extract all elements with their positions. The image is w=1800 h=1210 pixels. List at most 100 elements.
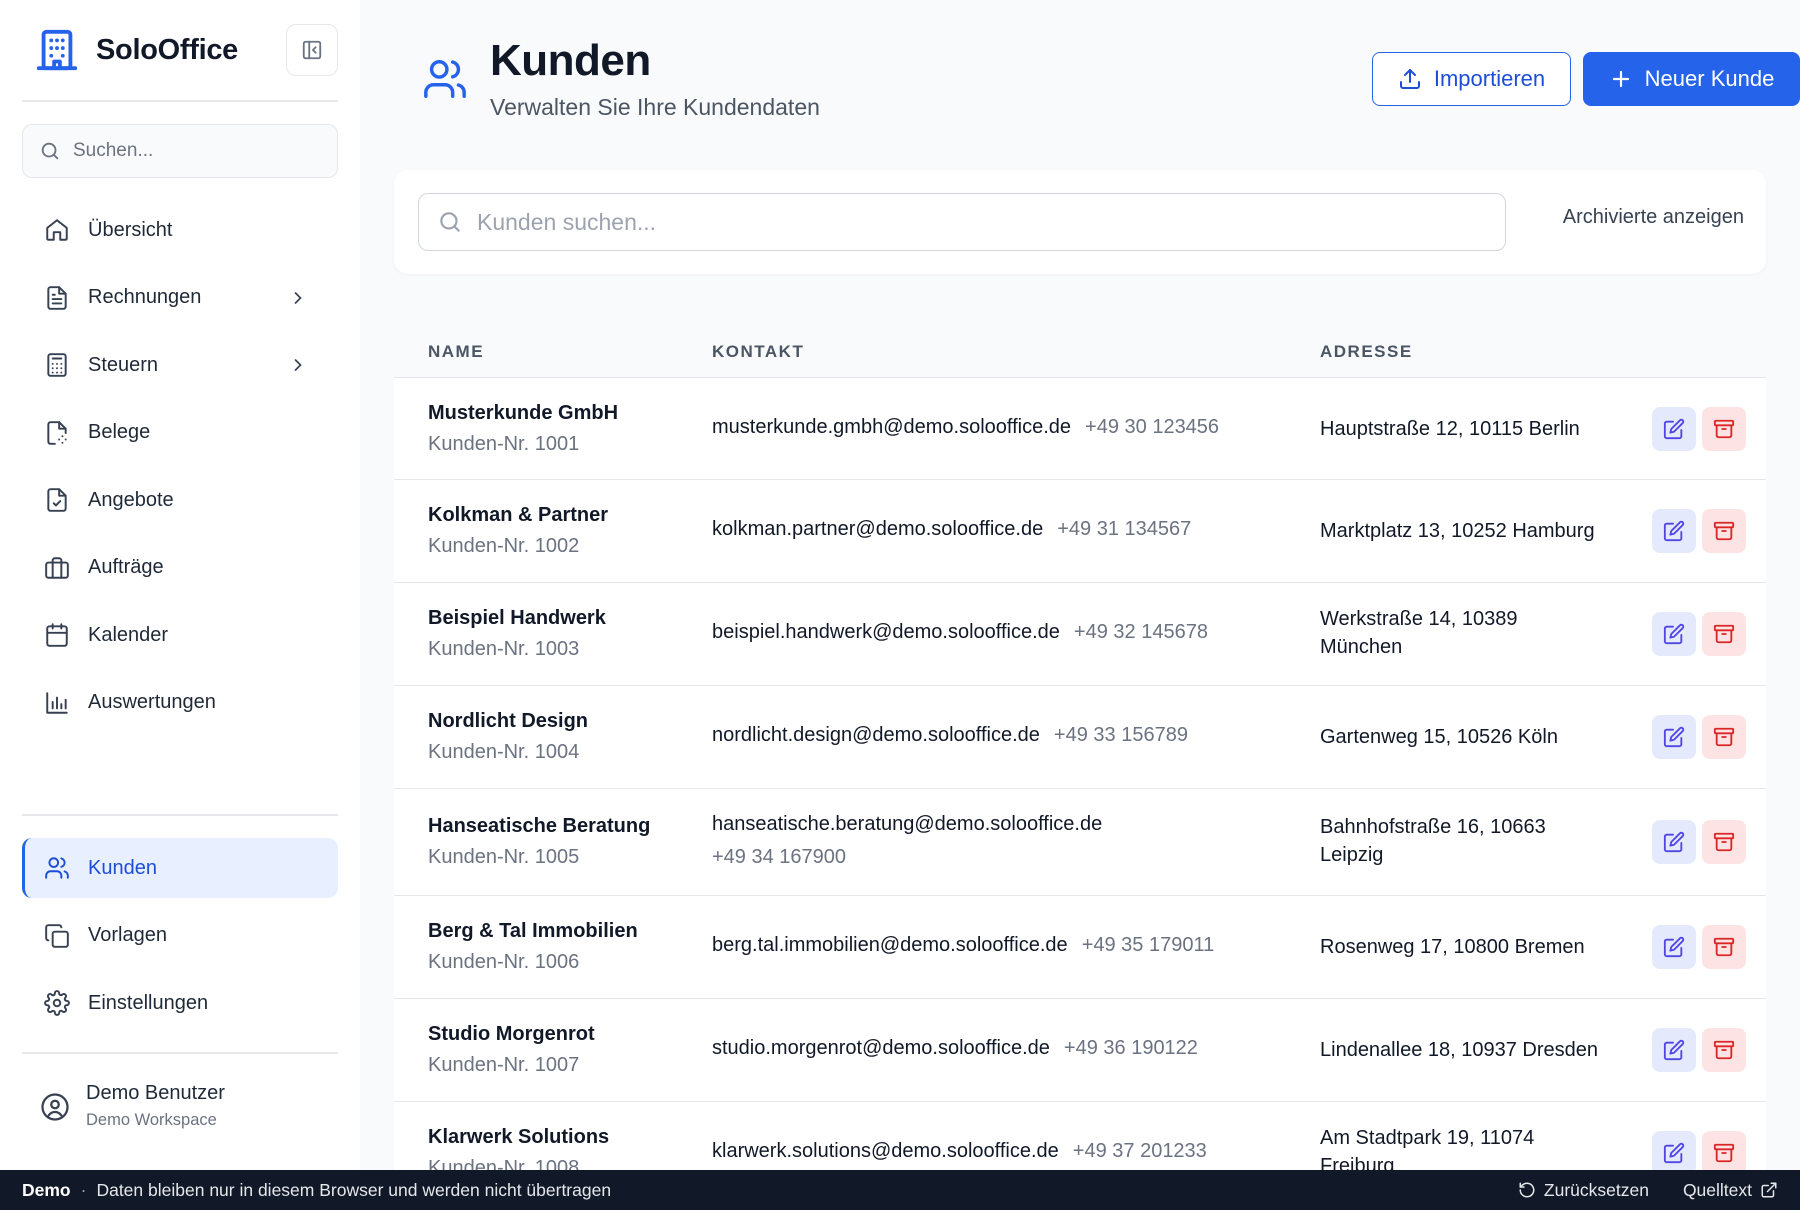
- customer-phone[interactable]: +49 35 179011: [1082, 934, 1215, 956]
- sidebar-item-vorlagen[interactable]: Vorlagen: [22, 906, 338, 966]
- search-icon: [39, 140, 61, 162]
- customer-phone[interactable]: +49 30 123456: [1085, 416, 1219, 438]
- sidebar-search[interactable]: [22, 124, 338, 178]
- sidebar-item-belege[interactable]: Belege: [22, 403, 338, 463]
- sidebar-item-label: Einstellungen: [88, 991, 209, 1014]
- customer-email[interactable]: nordlicht.design@demo.solooffice.de: [712, 724, 1040, 746]
- customer-search-input[interactable]: [477, 208, 1457, 236]
- edit-icon: [1663, 1039, 1685, 1061]
- customer-name[interactable]: Klarwerk Solutions: [428, 1126, 609, 1149]
- customer-name[interactable]: Hanseatische Beratung: [428, 815, 650, 838]
- archive-icon: [1713, 418, 1735, 440]
- table-header: NAME KONTAKT ADRESSE: [394, 324, 1766, 378]
- customer-phone[interactable]: +49 34 167900: [712, 846, 1102, 869]
- user-menu[interactable]: Demo Benutzer Demo Workspace: [22, 1052, 338, 1130]
- contact-cell: klarwerk.solutions@demo.solooffice.de +49…: [712, 1140, 1207, 1163]
- import-button[interactable]: Importieren: [1372, 52, 1571, 106]
- sidebar: SoloOffice Übersicht Rechnungen Steuern: [0, 0, 360, 1170]
- edit-button[interactable]: [1652, 1028, 1696, 1072]
- table-row[interactable]: Klarwerk Solutions Kunden-Nr. 1008 klarw…: [394, 1102, 1766, 1170]
- sidebar-item-kunden[interactable]: Kunden: [22, 838, 338, 898]
- customer-email[interactable]: studio.morgenrot@demo.solooffice.de: [712, 1037, 1050, 1059]
- secondary-nav: Kunden Vorlagen Einstellungen: [22, 814, 338, 1041]
- sidebar-item-einstellungen[interactable]: Einstellungen: [22, 973, 338, 1033]
- collapse-sidebar-button[interactable]: [286, 24, 338, 76]
- customer-email[interactable]: berg.tal.immobilien@demo.solooffice.de: [712, 934, 1068, 956]
- table-row[interactable]: Musterkunde GmbH Kunden-Nr. 1001 musterk…: [394, 378, 1766, 480]
- show-archived-toggle[interactable]: Archivierte anzeigen: [1563, 206, 1744, 229]
- sidebar-search-input[interactable]: [73, 140, 313, 162]
- customer-phone[interactable]: +49 36 190122: [1064, 1037, 1198, 1059]
- customer-email[interactable]: hanseatische.beratung@demo.solooffice.de: [712, 813, 1102, 835]
- sidebar-item-label: Kunden: [88, 856, 157, 879]
- customer-email[interactable]: kolkman.partner@demo.solooffice.de: [712, 518, 1043, 540]
- customer-phone[interactable]: +49 33 156789: [1054, 724, 1188, 746]
- customer-name-cell: Berg & Tal Immobilien Kunden-Nr. 1006: [428, 920, 638, 974]
- edit-button[interactable]: [1652, 407, 1696, 451]
- sidebar-item-uebersicht[interactable]: Übersicht: [22, 200, 338, 260]
- table-row[interactable]: Kolkman & Partner Kunden-Nr. 1002 kolkma…: [394, 480, 1766, 583]
- customer-address: Lindenallee 18, 10937 Dresden: [1320, 1039, 1598, 1061]
- contact-cell: nordlicht.design@demo.solooffice.de +49 3…: [712, 724, 1188, 747]
- demo-tag: Demo: [22, 1179, 71, 1200]
- customer-name[interactable]: Beispiel Handwerk: [428, 607, 606, 630]
- archive-button[interactable]: [1702, 1131, 1746, 1170]
- archive-button[interactable]: [1702, 509, 1746, 553]
- sidebar-item-label: Aufträge: [88, 556, 164, 578]
- customer-name[interactable]: Studio Morgenrot: [428, 1023, 595, 1046]
- table-row[interactable]: Hanseatische Beratung Kunden-Nr. 1005 ha…: [394, 789, 1766, 896]
- edit-button[interactable]: [1652, 1131, 1696, 1170]
- sidebar-item-angebote[interactable]: Angebote: [22, 470, 338, 530]
- reset-label: Zurücksetzen: [1543, 1179, 1649, 1200]
- customer-name[interactable]: Musterkunde GmbH: [428, 402, 618, 425]
- customer-address: Gartenweg 15, 10526 Köln: [1320, 726, 1558, 748]
- gear-icon: [44, 990, 70, 1016]
- customer-name-cell: Musterkunde GmbH Kunden-Nr. 1001: [428, 402, 618, 456]
- edit-button[interactable]: [1652, 509, 1696, 553]
- archive-button[interactable]: [1702, 612, 1746, 656]
- archive-icon: [1713, 520, 1735, 542]
- table-row[interactable]: Beispiel Handwerk Kunden-Nr. 1003 beispi…: [394, 583, 1766, 686]
- edit-button[interactable]: [1652, 715, 1696, 759]
- row-actions: [1652, 509, 1746, 553]
- rotate-ccw-icon: [1518, 1181, 1536, 1199]
- source-code-link[interactable]: Quelltext: [1683, 1180, 1778, 1201]
- sidebar-item-auswertungen[interactable]: Auswertungen: [22, 673, 338, 733]
- customer-phone[interactable]: +49 31 134567: [1057, 518, 1191, 540]
- new-customer-button[interactable]: Neuer Kunde: [1583, 52, 1800, 106]
- customer-email[interactable]: beispiel.handwerk@demo.solooffice.de: [712, 621, 1060, 643]
- customer-phone[interactable]: +49 37 201233: [1073, 1140, 1207, 1162]
- edit-button[interactable]: [1652, 612, 1696, 656]
- row-actions: [1652, 612, 1746, 656]
- customer-phone[interactable]: +49 32 145678: [1074, 621, 1208, 643]
- sidebar-item-steuern[interactable]: Steuern: [22, 335, 338, 395]
- archive-icon: [1713, 623, 1735, 645]
- calendar-icon: [44, 622, 70, 648]
- sidebar-item-kalender[interactable]: Kalender: [22, 605, 338, 665]
- main-nav: Übersicht Rechnungen Steuern Belege Ange…: [22, 200, 338, 733]
- archive-button[interactable]: [1702, 820, 1746, 864]
- customer-name[interactable]: Nordlicht Design: [428, 710, 588, 733]
- reset-button[interactable]: Zurücksetzen: [1518, 1180, 1649, 1201]
- receipt-icon: [44, 420, 70, 446]
- edit-button[interactable]: [1652, 820, 1696, 864]
- sidebar-item-rechnungen[interactable]: Rechnungen: [22, 268, 338, 328]
- customer-email[interactable]: musterkunde.gmbh@demo.solooffice.de: [712, 416, 1071, 438]
- table-row[interactable]: Studio Morgenrot Kunden-Nr. 1007 studio.…: [394, 999, 1766, 1102]
- archive-button[interactable]: [1702, 715, 1746, 759]
- customer-number: Kunden-Nr. 1008: [428, 1157, 580, 1170]
- archive-button[interactable]: [1702, 407, 1746, 451]
- column-header-address: ADRESSE: [1320, 342, 1413, 361]
- table-row[interactable]: Berg & Tal Immobilien Kunden-Nr. 1006 be…: [394, 896, 1766, 999]
- table-row[interactable]: Nordlicht Design Kunden-Nr. 1004 nordlic…: [394, 686, 1766, 789]
- customer-name[interactable]: Berg & Tal Immobilien: [428, 920, 638, 943]
- archive-button[interactable]: [1702, 1028, 1746, 1072]
- building-logo-icon: [34, 27, 80, 73]
- sidebar-item-auftraege[interactable]: Aufträge: [22, 538, 338, 598]
- column-header-name: NAME: [428, 342, 485, 361]
- customer-search[interactable]: [418, 193, 1506, 251]
- customer-email[interactable]: klarwerk.solutions@demo.solooffice.de: [712, 1140, 1059, 1162]
- edit-button[interactable]: [1652, 925, 1696, 969]
- customer-name[interactable]: Kolkman & Partner: [428, 504, 608, 527]
- archive-button[interactable]: [1702, 925, 1746, 969]
